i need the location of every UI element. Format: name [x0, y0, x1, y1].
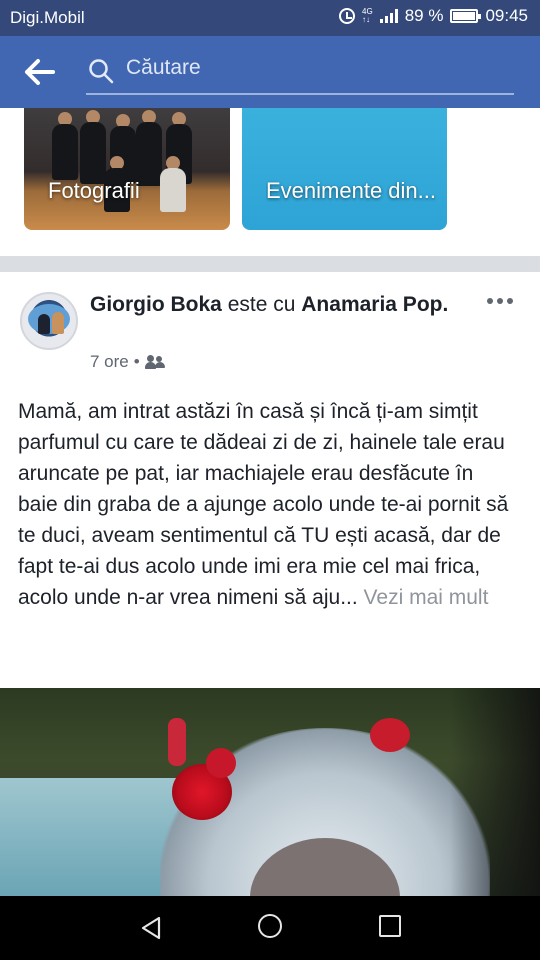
status-icons: 4G ↑↓ 89 % 09:45 [339, 6, 528, 26]
post-meta: 7 ore • [90, 352, 165, 372]
network-type: 4G ↑↓ [362, 7, 373, 24]
avatar-figure [38, 314, 50, 334]
friends-icon [144, 355, 165, 369]
carrier-name: Digi.Mobil [10, 8, 85, 27]
system-nav-bar [0, 896, 540, 960]
feed-divider [0, 256, 540, 272]
status-bar: Digi.Mobil 4G ↑↓ 89 % 09:45 [0, 0, 540, 36]
more-options-icon[interactable] [487, 298, 513, 304]
search-input[interactable]: Căutare [126, 56, 201, 80]
header-period: . [442, 293, 449, 316]
author-name[interactable]: Giorgio Boka [90, 293, 222, 316]
avatar[interactable] [20, 292, 78, 350]
arrow-left-icon[interactable] [24, 58, 56, 86]
post-text: Mamă, am intrat astăzi în casă și încă ț… [18, 396, 518, 613]
nav-back-icon[interactable] [140, 916, 162, 940]
feed-post: Giorgio Boka este cu Anamaria Pop. 7 ore… [0, 272, 540, 688]
nav-recents-icon[interactable] [379, 915, 401, 937]
post-image[interactable] [0, 688, 540, 896]
tag-connector: este cu [227, 293, 296, 316]
team-photo-figure [80, 122, 106, 184]
guest-figure [168, 718, 186, 766]
post-time[interactable]: 7 ore [90, 352, 129, 372]
team-photo-figure [136, 122, 162, 186]
signal-icon [379, 9, 398, 23]
events-card[interactable]: Evenimente din... [242, 108, 447, 230]
nav-home-icon[interactable] [258, 914, 282, 938]
clock: 09:45 [485, 6, 528, 25]
red-flowers-background [370, 718, 410, 752]
post-body: Mamă, am intrat astăzi în casă și încă ț… [18, 400, 509, 609]
profile-shortcuts: Fotografii Evenimente din... [0, 108, 540, 258]
image-shadow [450, 688, 540, 896]
post-header: Giorgio Boka este cu Anamaria Pop. [90, 290, 470, 320]
meta-separator: • [133, 352, 140, 371]
photos-card[interactable]: Fotografii [24, 108, 230, 230]
team-photo-figure [160, 168, 186, 212]
photos-card-label: Fotografii [48, 178, 140, 203]
team-photo-figure [52, 124, 78, 180]
app-bar: Căutare [0, 36, 540, 108]
see-more-link[interactable]: Vezi mai mult [364, 586, 489, 609]
tagged-person[interactable]: Anamaria Pop [301, 293, 442, 316]
alarm-icon [339, 8, 356, 24]
magnifier-icon [89, 59, 114, 84]
avatar-figure [52, 312, 64, 334]
events-card-label: Evenimente din... [266, 178, 436, 203]
battery-percent: 89 % [404, 6, 444, 25]
search-underline [86, 93, 514, 95]
battery-icon [450, 9, 482, 23]
red-flower-petal [206, 748, 236, 778]
